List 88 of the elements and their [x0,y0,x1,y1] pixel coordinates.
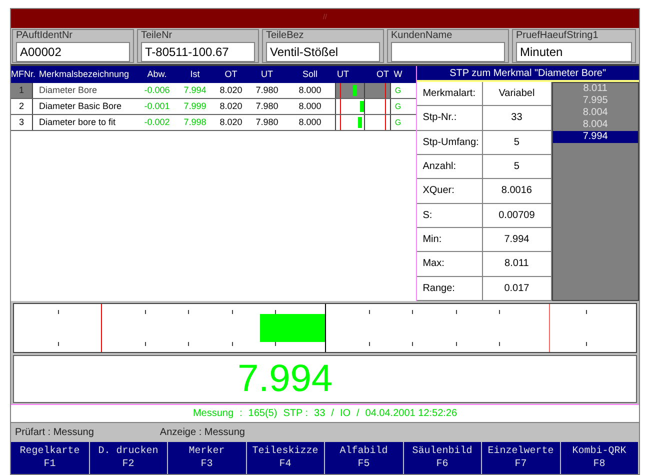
stat-label: XQuer: [416,179,483,203]
stat-label: Min: [416,228,483,252]
text-field[interactable]: Ventil-Stößel [266,42,380,62]
column-header: Soll [301,68,318,81]
stat-value: 33 [510,111,524,126]
table-cell-text: 8.020 [218,84,244,97]
column-header: OT [376,68,390,81]
stat-label: Max: [416,252,483,276]
stat-value: 0.017 [503,282,530,296]
stat-label: Stp-Umfang: [416,130,483,154]
column-header: Merkmalsbezeichnung [38,68,130,81]
function-key[interactable]: Säulenbild F6 [404,442,482,474]
column-header: Abw. [146,68,168,81]
function-key[interactable]: Teileskizze F4 [246,442,325,474]
text-field[interactable] [391,42,505,62]
status-text: / [356,407,360,421]
status-indicator: G [394,84,402,96]
upper-limit-line [548,304,550,352]
stat-label: Merkmalart: [416,82,483,106]
value-list[interactable]: 8.011 7.995 8.004 8.004 7.994 [552,82,639,301]
table-cell-text: -0.002 [143,116,171,129]
status-text: STP : [283,407,308,421]
stat-value: 5 [512,136,520,150]
table-cell-text: 7.994 [182,84,208,97]
table-cell[interactable]: Diameter bore to fit [33,115,137,130]
table-cell-text: 7.980 [254,100,280,113]
row-number[interactable]: 3 [11,115,33,130]
stat-label: Anzahl: [416,154,483,178]
column-header: UT [260,68,274,81]
column-header: UT [336,68,350,81]
table-cell-text: 8.000 [298,84,322,97]
stat-value: 5 [512,160,520,174]
table-cell-text: 7.980 [254,84,280,97]
column-header: W [392,68,404,81]
value-item[interactable]: 7.994 [552,131,638,143]
table-cell-text: 7.999 [182,100,208,113]
status-text: IO [340,407,350,421]
field-label: KundenName [391,30,454,42]
status-indicator: G [394,100,402,112]
stat-value: 0.00709 [498,208,536,223]
stat-value: 7.994 [503,233,530,248]
field-label: PAuftIdentNr [16,30,74,42]
lower-limit-line [101,304,102,352]
status-text: 165(5) [248,407,278,421]
panel-title: STP zum Merkmal "Diameter Bore" [416,66,639,82]
info-text: Prüfart : Messung [15,426,94,440]
stat-label: Range: [416,276,483,300]
table-cell-text: 7.980 [254,116,280,129]
table-cell[interactable]: Diameter Bore [33,83,137,98]
text-field[interactable]: A00002 [16,42,130,62]
stat-label: Stp-Nr.: [416,106,483,130]
current-value: 7.994 [237,360,334,398]
row-number[interactable]: 2 [11,99,33,114]
field-label: TeileBez [266,30,305,42]
stat-label: S: [416,204,483,227]
function-key[interactable]: Kombi-QRK F8 [560,442,639,474]
table-cell-text: 8.000 [298,100,322,113]
column-header: Ist [189,68,201,81]
function-key[interactable]: Merker F3 [168,442,246,474]
stat-value: 8.0016 [500,184,533,198]
center-line [325,304,326,352]
column-header: OT [224,68,238,81]
status-text: 33 [314,407,326,421]
function-key[interactable]: D. drucken F2 [90,442,168,474]
text-field[interactable]: Minuten [516,42,632,62]
status-text: / [331,407,334,421]
function-key[interactable]: Regelkarte F1 [11,442,90,474]
field-label: PruefHaeufString1 [516,30,600,42]
text-field[interactable]: T-80511-100.67 [141,42,255,62]
table-cell-text: 8.000 [298,116,322,129]
info-text: Anzeige : Messung [160,426,245,440]
table-cell-text: 8.020 [218,100,244,113]
table-cell-text: -0.001 [143,100,171,113]
status-text: : [240,407,242,421]
table-cell-text: 8.020 [218,116,244,129]
row-number[interactable]: 1 [11,83,33,98]
stat-value: Variabel [498,87,536,102]
table-cell-text: 7.998 [182,116,208,129]
status-text: 04.04.2001 12:52:26 [365,407,458,421]
table-cell[interactable]: Diameter Basic Bore [33,99,137,114]
column-header: MFNr. [11,68,33,81]
stat-value: 8.011 [504,257,530,272]
status-text: Messung [192,407,234,421]
field-label: TeileNr [141,30,174,42]
function-key[interactable]: Einzelwerte F7 [482,442,560,474]
status-indicator: G [394,116,402,128]
function-key[interactable]: Alfabild F5 [325,442,404,474]
table-cell-text: -0.006 [143,84,171,97]
